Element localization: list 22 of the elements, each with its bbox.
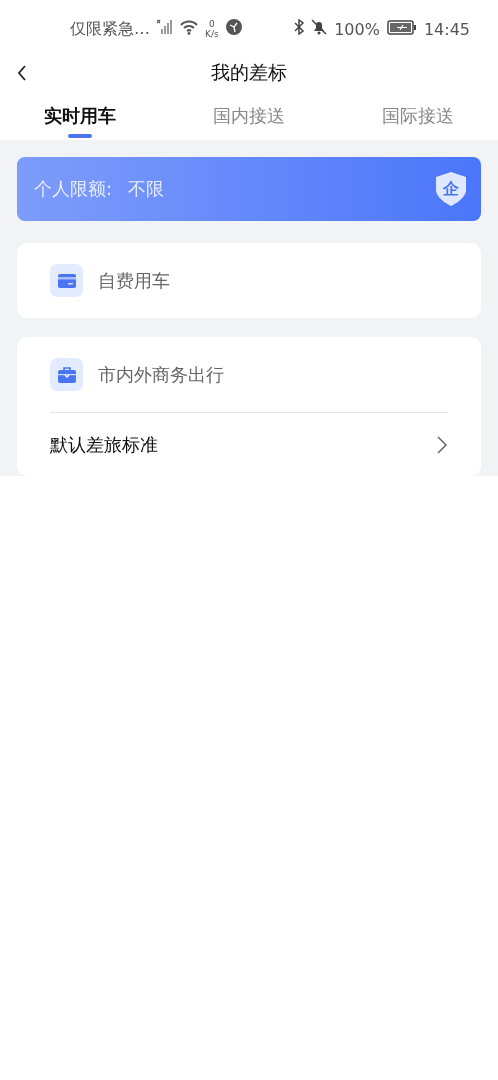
bluetooth-icon xyxy=(294,19,305,35)
carrier-text: 仅限紧急… xyxy=(70,18,150,40)
tab[interactable]: 国际接送 xyxy=(382,98,454,138)
card-icon xyxy=(57,273,76,288)
clock-time: 14:45 xyxy=(423,19,470,39)
page-title: 我的差标 xyxy=(211,60,287,85)
category-label: 自费用车 xyxy=(98,268,170,293)
tab[interactable]: 实时用车 xyxy=(44,98,116,138)
enterprise-shield-icon: 企 xyxy=(436,172,466,206)
travel-standard-link[interactable]: 默认差旅标准 xyxy=(50,412,448,476)
quota-value: 不限 xyxy=(128,177,165,201)
net-speed-value: 0 xyxy=(208,19,215,29)
wifi-icon xyxy=(180,19,198,35)
muted-bell-icon xyxy=(311,19,328,35)
globe-icon xyxy=(225,19,242,35)
battery-icon xyxy=(386,19,417,35)
battery-percent: 100% xyxy=(334,19,380,39)
quota-label: 个人限额: xyxy=(34,177,113,201)
tab[interactable]: 国内接送 xyxy=(213,98,285,138)
category-label: 市内外商务出行 xyxy=(98,362,224,387)
signal-icon xyxy=(157,19,173,35)
net-speed-unit: K/s xyxy=(205,29,219,39)
